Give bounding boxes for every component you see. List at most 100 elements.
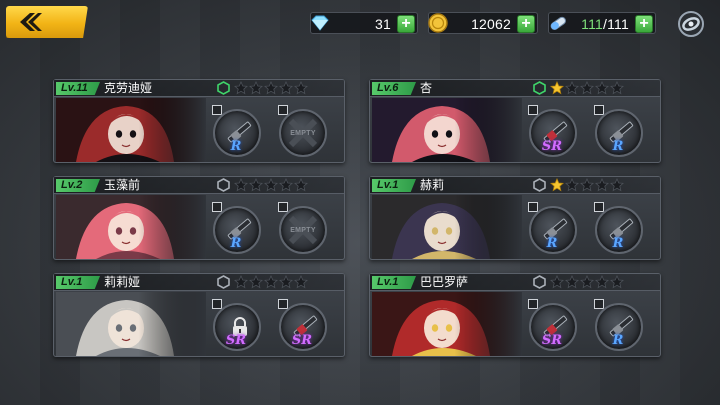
star-rating xyxy=(217,178,308,192)
character-name: 玉藻前 xyxy=(104,178,141,192)
equipment-slot[interactable]: R xyxy=(592,296,644,352)
star-icon xyxy=(264,178,278,192)
slot-circle: EMPTY xyxy=(279,109,327,157)
character-card[interactable]: Lv.1 莉莉娅 SR SR xyxy=(53,273,345,357)
hexagon-icon xyxy=(533,275,546,289)
stamina-amount: 111/111 xyxy=(581,16,629,32)
gold-amount: 12062 xyxy=(471,16,511,32)
rarity-label: SR xyxy=(541,333,563,348)
level-badge: Lv.1 xyxy=(56,276,100,289)
settings-ring-icon[interactable] xyxy=(676,9,706,39)
locked-equipment-slot[interactable]: SR xyxy=(210,296,262,352)
stamina-max: /111 xyxy=(603,16,629,32)
equipment-slot[interactable]: R xyxy=(592,102,644,158)
equipment-slot[interactable]: R xyxy=(592,199,644,255)
star-icon xyxy=(565,275,579,289)
slot-corner-icon xyxy=(594,202,604,212)
hexagon-icon xyxy=(217,178,230,192)
empty-label: EMPTY xyxy=(290,226,316,234)
empty-label: EMPTY xyxy=(290,129,316,137)
star-icon xyxy=(294,81,308,95)
character-portrait xyxy=(372,98,522,162)
slot-corner-icon xyxy=(212,202,222,212)
character-portrait xyxy=(56,195,206,259)
star-icon xyxy=(279,275,293,289)
equipment-slot[interactable]: SR xyxy=(526,296,578,352)
slot-corner-icon xyxy=(528,202,538,212)
level-badge: Lv.11 xyxy=(56,82,100,95)
star-icon xyxy=(234,81,248,95)
character-name: 莉莉娅 xyxy=(104,275,141,289)
diamond-icon xyxy=(307,10,333,36)
hexagon-icon xyxy=(217,81,230,95)
character-portrait xyxy=(56,292,206,356)
star-icon xyxy=(565,81,579,95)
star-icon xyxy=(550,275,564,289)
star-icon xyxy=(610,275,624,289)
level-badge: Lv.2 xyxy=(56,179,100,192)
rarity-label: SR xyxy=(291,333,313,348)
equipment-slot[interactable]: R xyxy=(210,199,262,255)
character-name: 巴巴罗萨 xyxy=(420,275,469,289)
diamond-amount: 31 xyxy=(375,16,391,32)
character-name: 克劳迪娅 xyxy=(104,81,153,95)
add-gold-button[interactable]: + xyxy=(517,15,535,33)
star-icon xyxy=(550,81,564,95)
character-card[interactable]: Lv.1 巴巴罗萨 SR R xyxy=(369,273,661,357)
slot-corner-icon xyxy=(528,299,538,309)
star-icon xyxy=(279,81,293,95)
character-portrait xyxy=(372,195,522,259)
diamond-counter: 31 + xyxy=(310,12,418,34)
add-diamond-button[interactable]: + xyxy=(397,15,415,33)
star-icon xyxy=(595,275,609,289)
rarity-label: R xyxy=(230,236,242,251)
level-badge: Lv.1 xyxy=(372,276,416,289)
star-rating xyxy=(217,81,308,95)
back-button[interactable] xyxy=(6,6,88,38)
equipment-slot[interactable]: SR xyxy=(276,296,328,352)
character-card[interactable]: Lv.1 赫莉 R R xyxy=(369,176,661,260)
gold-counter: 12062 + xyxy=(428,12,538,34)
star-rating xyxy=(533,275,624,289)
character-name: 赫莉 xyxy=(420,178,445,192)
character-card[interactable]: Lv.11 克劳迪娅 R EMPTY xyxy=(53,79,345,163)
slot-corner-icon xyxy=(594,105,604,115)
rarity-label: R xyxy=(612,236,624,251)
star-icon xyxy=(565,178,579,192)
hexagon-icon xyxy=(533,178,546,192)
character-card[interactable]: Lv.6 杏 SR R xyxy=(369,79,661,163)
slot-corner-icon xyxy=(212,105,222,115)
equipment-slot[interactable]: R xyxy=(210,102,262,158)
star-icon xyxy=(595,178,609,192)
character-card[interactable]: Lv.2 玉藻前 R EMPTY xyxy=(53,176,345,260)
rarity-label: R xyxy=(230,139,242,154)
equipment-slot[interactable]: SR xyxy=(526,102,578,158)
rarity-label: SR xyxy=(225,333,247,348)
character-portrait xyxy=(372,292,522,356)
level-badge: Lv.6 xyxy=(372,82,416,95)
star-icon xyxy=(595,81,609,95)
star-icon xyxy=(610,81,624,95)
equipment-slot[interactable]: R xyxy=(526,199,578,255)
rarity-label: SR xyxy=(541,139,563,154)
add-stamina-button[interactable]: + xyxy=(635,15,653,33)
star-icon xyxy=(294,275,308,289)
rarity-label: R xyxy=(546,236,558,251)
chevron-left-icon xyxy=(20,13,42,31)
star-icon xyxy=(610,178,624,192)
level-badge: Lv.1 xyxy=(372,179,416,192)
hexagon-icon xyxy=(533,81,546,95)
star-rating xyxy=(533,178,624,192)
empty-equipment-slot[interactable]: EMPTY xyxy=(276,102,328,158)
empty-equipment-slot[interactable]: EMPTY xyxy=(276,199,328,255)
stamina-capsule-icon xyxy=(545,10,571,36)
star-rating xyxy=(217,275,308,289)
star-icon xyxy=(580,275,594,289)
gold-coin-icon xyxy=(425,10,451,36)
star-icon xyxy=(279,178,293,192)
slot-corner-icon xyxy=(212,299,222,309)
star-icon xyxy=(234,275,248,289)
star-icon xyxy=(249,275,263,289)
star-icon xyxy=(264,81,278,95)
slot-corner-icon xyxy=(528,105,538,115)
